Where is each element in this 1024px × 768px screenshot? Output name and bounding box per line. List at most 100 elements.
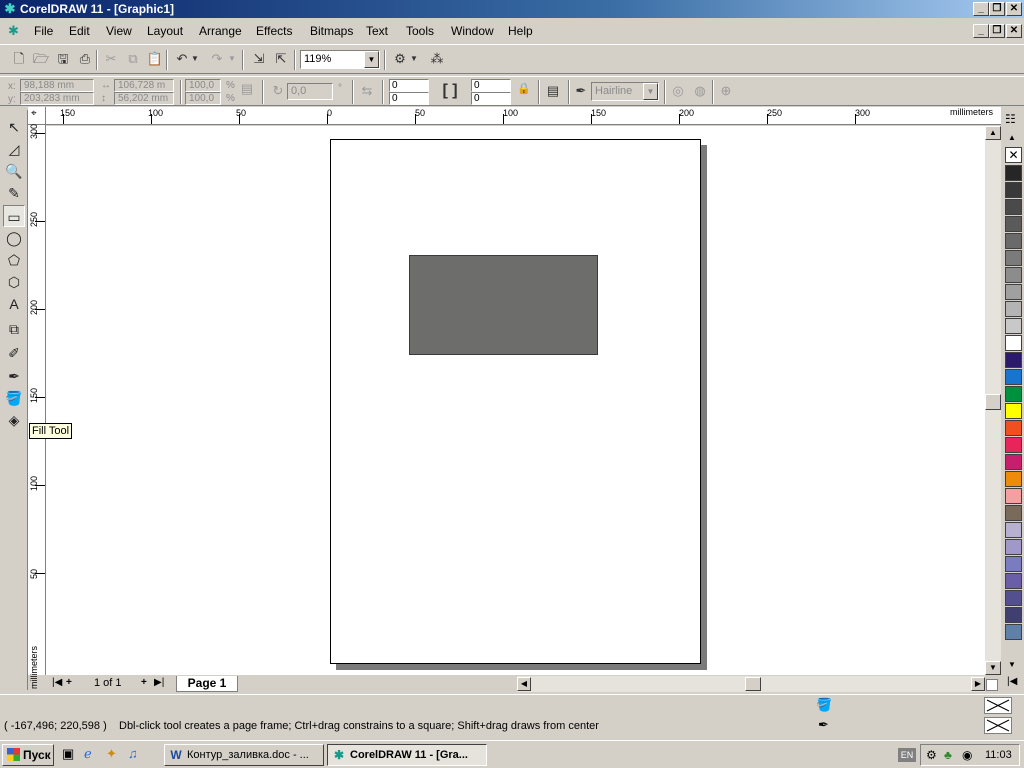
vertical-ruler[interactable]: 300 250 200 150 100 50 millimeters: [28, 124, 46, 689]
menu-arrange[interactable]: Arrange: [199, 24, 242, 38]
tab-page-1[interactable]: Page 1: [176, 676, 238, 692]
task-word-document[interactable]: W Контур_заливка.doc - ...: [164, 744, 324, 766]
menu-bitmaps[interactable]: Bitmaps: [310, 24, 353, 38]
chevron-down-icon[interactable]: ▼: [364, 51, 379, 68]
convert-to-curves-icon[interactable]: ◎: [668, 80, 688, 102]
vertical-scrollbar[interactable]: ▲ ▼: [985, 126, 1001, 675]
palette-swatch[interactable]: [1005, 556, 1022, 572]
height-field[interactable]: 56,202 mm: [114, 92, 174, 105]
doc-close-button[interactable]: ✕: [1006, 24, 1022, 38]
undo-dropdown-icon[interactable]: ▼: [189, 48, 201, 70]
palette-swatch[interactable]: [1005, 454, 1022, 470]
doc-restore-button[interactable]: ❐: [989, 24, 1005, 38]
desktop-icon[interactable]: ▣: [62, 746, 74, 762]
ellipse-tool-icon[interactable]: ◯: [3, 227, 25, 249]
import-icon[interactable]: ⇲: [248, 48, 270, 70]
menu-window[interactable]: Window: [451, 24, 494, 38]
quicklaunch-app-icon[interactable]: ✦: [106, 746, 117, 762]
ruler-origin[interactable]: ⌖: [28, 107, 46, 125]
redo-dropdown-icon[interactable]: ▼: [226, 48, 238, 70]
gray-rectangle-object[interactable]: [409, 255, 598, 355]
palette-swatch[interactable]: [1005, 369, 1022, 385]
save-icon[interactable]: 🖫: [52, 48, 74, 70]
palette-swatch[interactable]: [1005, 590, 1022, 606]
palette-swatch[interactable]: [1005, 216, 1022, 232]
insert-page-after-icon[interactable]: +: [141, 677, 147, 688]
outline-tool-icon[interactable]: ✒: [3, 365, 25, 387]
tray-volume-icon[interactable]: ◉: [962, 748, 972, 762]
view-navigator-icon[interactable]: [986, 679, 998, 691]
start-button[interactable]: Пуск: [2, 744, 54, 766]
doc-minimize-button[interactable]: _: [973, 24, 989, 38]
last-page-icon[interactable]: ▶|: [154, 677, 164, 688]
first-page-icon[interactable]: |◀: [52, 677, 62, 688]
palette-swatch[interactable]: [1005, 335, 1022, 351]
corner-roundness-1[interactable]: 0: [389, 79, 429, 92]
menu-text[interactable]: Text: [366, 24, 388, 38]
palette-swatch[interactable]: [1005, 539, 1022, 555]
zoom-combo[interactable]: 119% ▼: [300, 50, 380, 69]
document-icon[interactable]: ✱: [8, 23, 19, 39]
paste-icon[interactable]: 📋: [144, 48, 166, 70]
menu-edit[interactable]: Edit: [69, 24, 90, 38]
copy-icon[interactable]: ⧉: [122, 48, 144, 70]
palette-swatch[interactable]: [1005, 420, 1022, 436]
menu-help[interactable]: Help: [508, 24, 533, 38]
print-icon[interactable]: ⎙: [74, 48, 96, 70]
palette-swatch[interactable]: [1005, 233, 1022, 249]
outline-width-combo[interactable]: Hairline ▼: [591, 82, 659, 101]
horizontal-scrollbar[interactable]: ◀ ▶: [517, 676, 985, 692]
palette-scroll-up-icon[interactable]: ▲: [1008, 133, 1016, 142]
palette-swatch[interactable]: [1005, 573, 1022, 589]
cut-icon[interactable]: ✂: [100, 48, 122, 70]
palette-swatch[interactable]: [1005, 522, 1022, 538]
scroll-up-icon[interactable]: ▲: [985, 126, 1001, 140]
palette-swatch[interactable]: [1005, 284, 1022, 300]
open-icon[interactable]: 🗁: [30, 48, 52, 70]
mirror-icon[interactable]: ⇆: [357, 80, 377, 102]
fill-tool-icon[interactable]: 🪣: [3, 387, 25, 409]
palette-swatch[interactable]: [1005, 165, 1022, 181]
palette-swatch[interactable]: [1005, 182, 1022, 198]
palette-menu-icon[interactable]: ☷: [1005, 112, 1016, 126]
no-fill-swatch[interactable]: ✕: [1005, 147, 1022, 163]
zoom-tool-icon[interactable]: 🔍: [3, 160, 25, 182]
corner-roundness-4[interactable]: 0: [471, 92, 511, 105]
menu-file[interactable]: File: [34, 24, 53, 38]
polygon-tool-icon[interactable]: ⬠: [3, 249, 25, 271]
palette-swatch[interactable]: [1005, 488, 1022, 504]
menu-layout[interactable]: Layout: [147, 24, 183, 38]
text-tool-icon[interactable]: A: [3, 293, 25, 315]
outline-color-indicator[interactable]: [984, 717, 1012, 734]
media-player-icon[interactable]: ♫: [128, 746, 138, 761]
vertical-scroll-thumb[interactable]: [985, 394, 1001, 410]
menu-effects[interactable]: Effects: [256, 24, 292, 38]
launcher-dropdown-icon[interactable]: ▼: [408, 48, 420, 70]
horizontal-scroll-thumb[interactable]: [745, 677, 761, 691]
export-icon[interactable]: ⇱: [270, 48, 292, 70]
palette-swatch[interactable]: [1005, 471, 1022, 487]
wrap-paragraph-text-icon[interactable]: ▤: [543, 80, 563, 102]
insert-page-before-icon[interactable]: +: [66, 677, 72, 688]
rotation-field[interactable]: 0,0: [287, 83, 333, 100]
page-frame[interactable]: [330, 139, 701, 664]
width-field[interactable]: 106,728 m: [114, 79, 174, 92]
palette-swatch[interactable]: [1005, 505, 1022, 521]
palette-swatch[interactable]: [1005, 318, 1022, 334]
palette-swatch[interactable]: [1005, 386, 1022, 402]
maximize-button[interactable]: ❐: [989, 2, 1005, 16]
palette-swatch[interactable]: [1005, 352, 1022, 368]
drawing-canvas[interactable]: [46, 126, 986, 675]
palette-swatch[interactable]: [1005, 624, 1022, 640]
tray-antivirus-icon[interactable]: ⚙: [926, 748, 937, 762]
palette-swatch[interactable]: [1005, 250, 1022, 266]
close-button[interactable]: ✕: [1006, 2, 1022, 16]
tray-network-icon[interactable]: ♣: [944, 748, 952, 762]
palette-swatch[interactable]: [1005, 199, 1022, 215]
coreldraw-app-icon[interactable]: ✱: [3, 2, 17, 16]
wrap-text-icon[interactable]: ⊕: [716, 80, 736, 102]
palette-swatch[interactable]: [1005, 607, 1022, 623]
y-position-field[interactable]: 203,283 mm: [20, 92, 94, 105]
scale-width-field[interactable]: 100,0: [185, 79, 221, 92]
palette-swatch[interactable]: [1005, 301, 1022, 317]
